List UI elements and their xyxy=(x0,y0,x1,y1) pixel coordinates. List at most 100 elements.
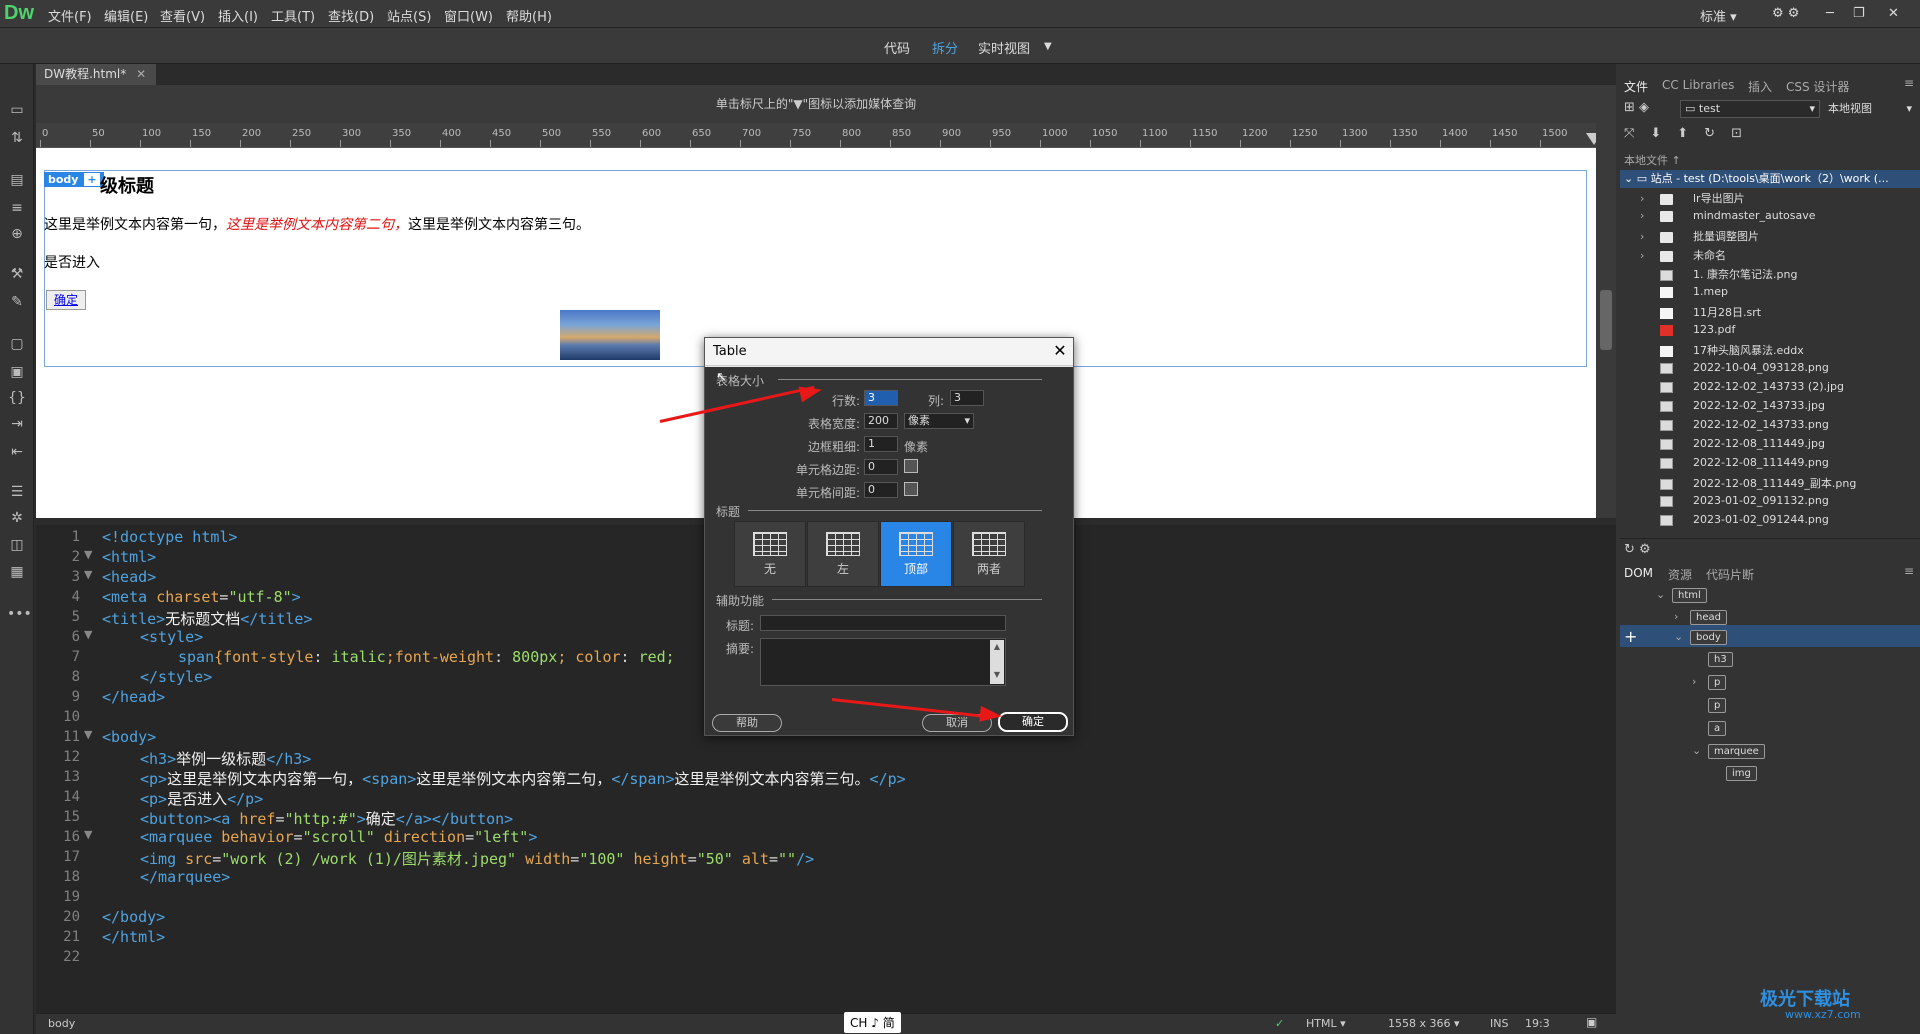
menu-help[interactable]: 帮助(H) xyxy=(506,6,552,25)
file-list-item[interactable]: 123.pdf xyxy=(1640,323,1920,342)
rows-input[interactable]: 3 xyxy=(864,390,898,406)
fold-icon[interactable]: ▼ xyxy=(84,728,92,741)
restore-icon[interactable]: ❐ xyxy=(1853,6,1865,21)
caption-input[interactable] xyxy=(760,615,1006,631)
settings-icon[interactable]: ⚙ ⚙ xyxy=(1772,6,1799,21)
menu-site[interactable]: 站点(S) xyxy=(387,6,431,25)
dom-panel-menu-icon[interactable]: ≡ xyxy=(1904,564,1914,578)
braces-icon[interactable]: {} xyxy=(7,388,27,408)
tool-icon[interactable]: ⚒ xyxy=(7,264,27,284)
add-element-icon[interactable]: + xyxy=(1624,627,1637,646)
connect-icon[interactable]: ⊞ ◈ xyxy=(1624,100,1649,115)
expand-arrow-icon[interactable]: › xyxy=(1640,230,1660,243)
dom-expand-icon[interactable]: › xyxy=(1692,675,1696,688)
outdent-icon[interactable]: ⇤ xyxy=(7,442,27,462)
dom-node[interactable]: marquee xyxy=(1708,744,1765,759)
summary-scrollbar[interactable]: ▲ ▼ xyxy=(990,640,1004,684)
header-none-option[interactable]: 无 xyxy=(734,521,806,587)
document-tab[interactable]: DW教程.html* ✕ xyxy=(36,64,156,85)
file-list-item[interactable]: 1. 康奈尔笔记法.png xyxy=(1640,266,1920,285)
refresh-icon[interactable]: ↻ ⚙ xyxy=(1624,542,1651,557)
preview-device-icon[interactable]: ▣ xyxy=(1586,1015,1597,1029)
chart-icon[interactable]: ▦ xyxy=(7,562,27,582)
summary-textarea[interactable] xyxy=(760,638,1006,686)
tab-dom[interactable]: DOM xyxy=(1624,566,1653,580)
page-paragraph-1[interactable]: 这里是举例文本内容第一句，这里是举例文本内容第二句，这里是举例文本内容第三句。 xyxy=(44,214,590,234)
local-files-header[interactable]: 本地文件 ↑ xyxy=(1624,152,1681,168)
tab-insert[interactable]: 插入 xyxy=(1748,78,1772,95)
fold-icon[interactable]: ▼ xyxy=(84,828,92,841)
gear-small-icon[interactable]: ✲ xyxy=(7,508,27,528)
preview-icon[interactable]: ◫ xyxy=(7,535,27,555)
fold-icon[interactable]: ▼ xyxy=(84,548,92,561)
dom-node[interactable]: h3 xyxy=(1708,652,1733,667)
tab-files[interactable]: 文件 xyxy=(1624,78,1648,95)
ime-indicator[interactable]: CH ♪ 简 xyxy=(844,1012,901,1033)
site-select[interactable]: ▭ test ▾ xyxy=(1680,100,1820,118)
file-list-item[interactable]: 2022-12-08_111449.png xyxy=(1640,456,1920,475)
view-split-button[interactable]: 拆分 xyxy=(932,38,958,57)
menu-insert[interactable]: 插入(I) xyxy=(218,6,258,25)
design-scrollbar-thumb[interactable] xyxy=(1600,290,1612,350)
fold-icon[interactable]: ▼ xyxy=(84,568,92,581)
dom-node[interactable]: img xyxy=(1726,766,1757,781)
dom-node[interactable]: p xyxy=(1708,698,1727,713)
language-select[interactable]: HTML ▾ xyxy=(1306,1017,1346,1030)
target-icon[interactable]: ⊕ xyxy=(7,224,27,244)
dom-node[interactable]: html xyxy=(1672,588,1707,603)
snippet-icon[interactable]: ▣ xyxy=(7,362,27,382)
file-list-item[interactable]: 2022-12-08_111449.jpg xyxy=(1640,437,1920,456)
site-root-row[interactable]: ⌄ ▭ 站点 - test (D:\tools\桌面\work（2）\work … xyxy=(1620,170,1920,188)
file-list-item[interactable]: 2022-10-04_093128.png xyxy=(1640,361,1920,380)
menu-tools[interactable]: 工具(T) xyxy=(271,6,315,25)
file-list-item[interactable]: › lr导出图片 xyxy=(1640,190,1920,209)
header-top-option[interactable]: 顶部 xyxy=(880,521,952,587)
tab-cc-libraries[interactable]: CC Libraries xyxy=(1662,78,1734,92)
file-list-item[interactable]: 17种头脑风暴法.eddx xyxy=(1640,342,1920,361)
file-list-item[interactable]: 2022-12-02_143733 (2).jpg xyxy=(1640,380,1920,399)
dom-node[interactable]: p xyxy=(1708,675,1727,690)
dialog-ok-button[interactable]: 确定 xyxy=(998,712,1068,732)
dom-node[interactable]: a xyxy=(1708,721,1727,736)
padding-input[interactable]: 0 xyxy=(864,459,898,475)
menu-edit[interactable]: 编辑(E) xyxy=(104,6,148,25)
window-size-select[interactable]: 1558 x 366 ▾ xyxy=(1388,1017,1460,1030)
file-list-item[interactable]: 2022-12-08_111449_副本.png xyxy=(1640,475,1920,494)
tab-snippets[interactable]: 代码片断 xyxy=(1706,566,1754,583)
dom-expand-icon[interactable]: ⌄ xyxy=(1656,588,1665,601)
close-tab-icon[interactable]: ✕ xyxy=(136,67,146,81)
menu-find[interactable]: 查找(D) xyxy=(328,6,374,25)
view-select[interactable]: 本地视图 ▾ xyxy=(1828,100,1916,118)
dom-expand-icon[interactable]: › xyxy=(1674,610,1678,623)
file-list-item[interactable]: › 批量调整图片 xyxy=(1640,228,1920,247)
file-list-item[interactable]: 11月28日.srt xyxy=(1640,304,1920,323)
tag-selector[interactable]: body xyxy=(48,1017,75,1030)
expand-arrow-icon[interactable]: › xyxy=(1640,192,1660,205)
menu-window[interactable]: 窗口(W) xyxy=(444,6,493,25)
cols-input[interactable]: 3 xyxy=(950,390,984,406)
expand-arrow-icon[interactable]: › xyxy=(1640,249,1660,262)
view-live-button[interactable]: 实时视图 xyxy=(978,38,1030,57)
view-dropdown-icon[interactable]: ▼ xyxy=(1044,41,1052,52)
page-heading[interactable]: 级标题 xyxy=(100,172,154,198)
dom-node[interactable]: head xyxy=(1690,610,1727,625)
tab-css-designer[interactable]: CSS 设计器 xyxy=(1786,78,1849,95)
dom-expand-icon[interactable]: ⌄ xyxy=(1674,630,1683,643)
view-code-button[interactable]: 代码 xyxy=(884,38,910,57)
file-list-item[interactable]: 2022-12-02_143733.jpg xyxy=(1640,399,1920,418)
body-tag-badge[interactable]: body + xyxy=(44,172,104,187)
page-paragraph-2[interactable]: 是否进入 xyxy=(44,252,100,272)
header-both-option[interactable]: 两者 xyxy=(953,521,1025,587)
menu-view[interactable]: 查看(V) xyxy=(160,6,205,25)
dom-node[interactable]: body xyxy=(1690,630,1727,645)
menu-file[interactable]: 文件(F) xyxy=(48,6,92,25)
header-left-option[interactable]: 左 xyxy=(807,521,879,587)
width-input[interactable]: 200 xyxy=(864,413,898,429)
spacing-input[interactable]: 0 xyxy=(864,482,898,498)
file-list-item[interactable]: 2023-01-02_091132.png xyxy=(1640,494,1920,513)
file-list-item[interactable]: 2022-12-02_143733.png xyxy=(1640,418,1920,437)
sort-icon[interactable]: ⇅ xyxy=(7,128,27,148)
file-icon[interactable]: ▭ xyxy=(7,100,27,120)
border-input[interactable]: 1 xyxy=(864,436,898,452)
page-confirm-button[interactable]: 确定 xyxy=(46,290,86,310)
